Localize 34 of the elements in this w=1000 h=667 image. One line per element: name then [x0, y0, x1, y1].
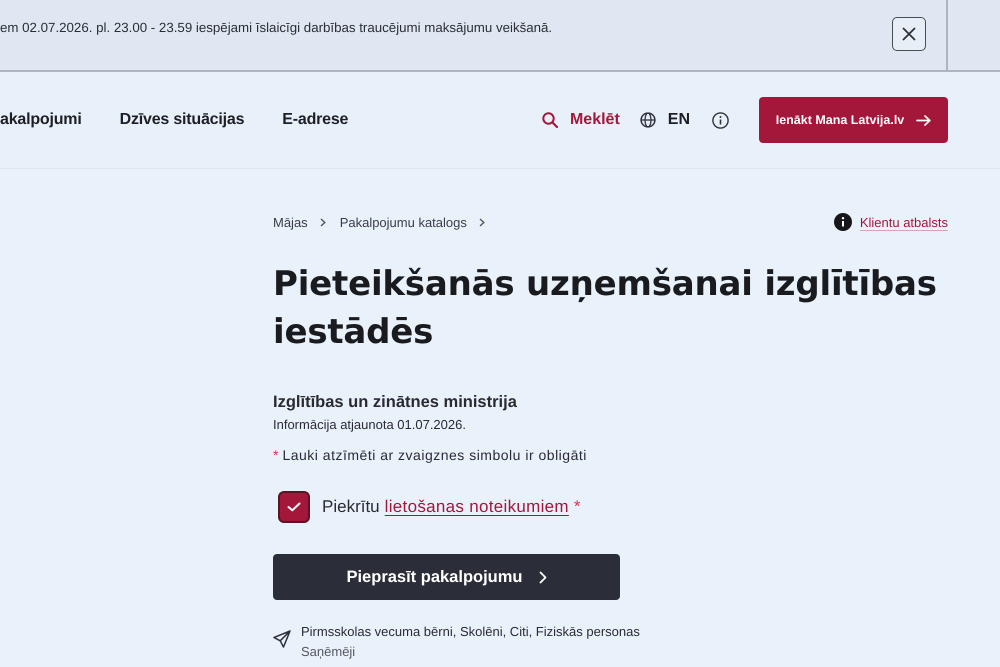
- search-icon: [542, 112, 558, 128]
- updated-date: Informācija atjaunota 01.07.2026.: [273, 417, 467, 432]
- breadcrumb-link[interactable]: Mājas: [273, 214, 308, 230]
- required-marker: *: [273, 447, 278, 463]
- chevron-right-icon: [320, 218, 326, 226]
- terms-link[interactable]: lietošanas noteikumiem: [384, 497, 569, 517]
- login-button[interactable]: Ienākt Mana Latvija.lv: [759, 97, 948, 143]
- nav-link[interactable]: Dzīves situācijas: [120, 111, 244, 129]
- info-icon[interactable]: [712, 112, 729, 128]
- required-note: Lauki atzīmēti ar zvaigznes simbolu ir obligāti: [282, 447, 587, 463]
- recipients-value: Pirmsskolas vecuma bērni, Skolēni, Citi, Fiziskās personas: [301, 623, 640, 641]
- check-icon: [287, 502, 301, 512]
- provider-name: Izglītības un zinātnes ministrija: [273, 393, 518, 412]
- search-button[interactable]: Meklēt: [542, 111, 620, 129]
- language-button[interactable]: EN: [640, 111, 690, 129]
- arrow-right-icon: [916, 114, 932, 126]
- support-link[interactable]: Klientu atbalsts: [860, 214, 948, 230]
- paper-plane-icon: [273, 630, 291, 648]
- recipients-label: Saņēmēji: [301, 643, 356, 661]
- close-icon: [902, 27, 916, 41]
- globe-icon: [640, 112, 656, 128]
- chevron-right-icon: [478, 218, 485, 226]
- page-title: Pieteikšanās uzņemšanai izglītības iestādēs: [273, 263, 938, 354]
- info-icon: [834, 213, 852, 231]
- notice-message: em 02.07.2026. pl. 23.00 - 23.59 iespējami īslaicīgi darbības traucējumi maksājumu veikšanā.: [0, 20, 554, 34]
- close-button[interactable]: [892, 17, 926, 51]
- required-marker: *: [574, 497, 581, 517]
- submit-button[interactable]: Pieprasīt pakalpojumu: [273, 554, 620, 600]
- consent-label: Piekrītu: [322, 497, 380, 517]
- nav-link[interactable]: E-adrese: [282, 111, 348, 129]
- nav-link[interactable]: akalpojumi: [0, 111, 82, 129]
- breadcrumb-link[interactable]: Pakalpojumu katalogs: [340, 214, 467, 230]
- chevron-right-icon: [538, 570, 547, 584]
- checkbox[interactable]: [278, 491, 310, 523]
